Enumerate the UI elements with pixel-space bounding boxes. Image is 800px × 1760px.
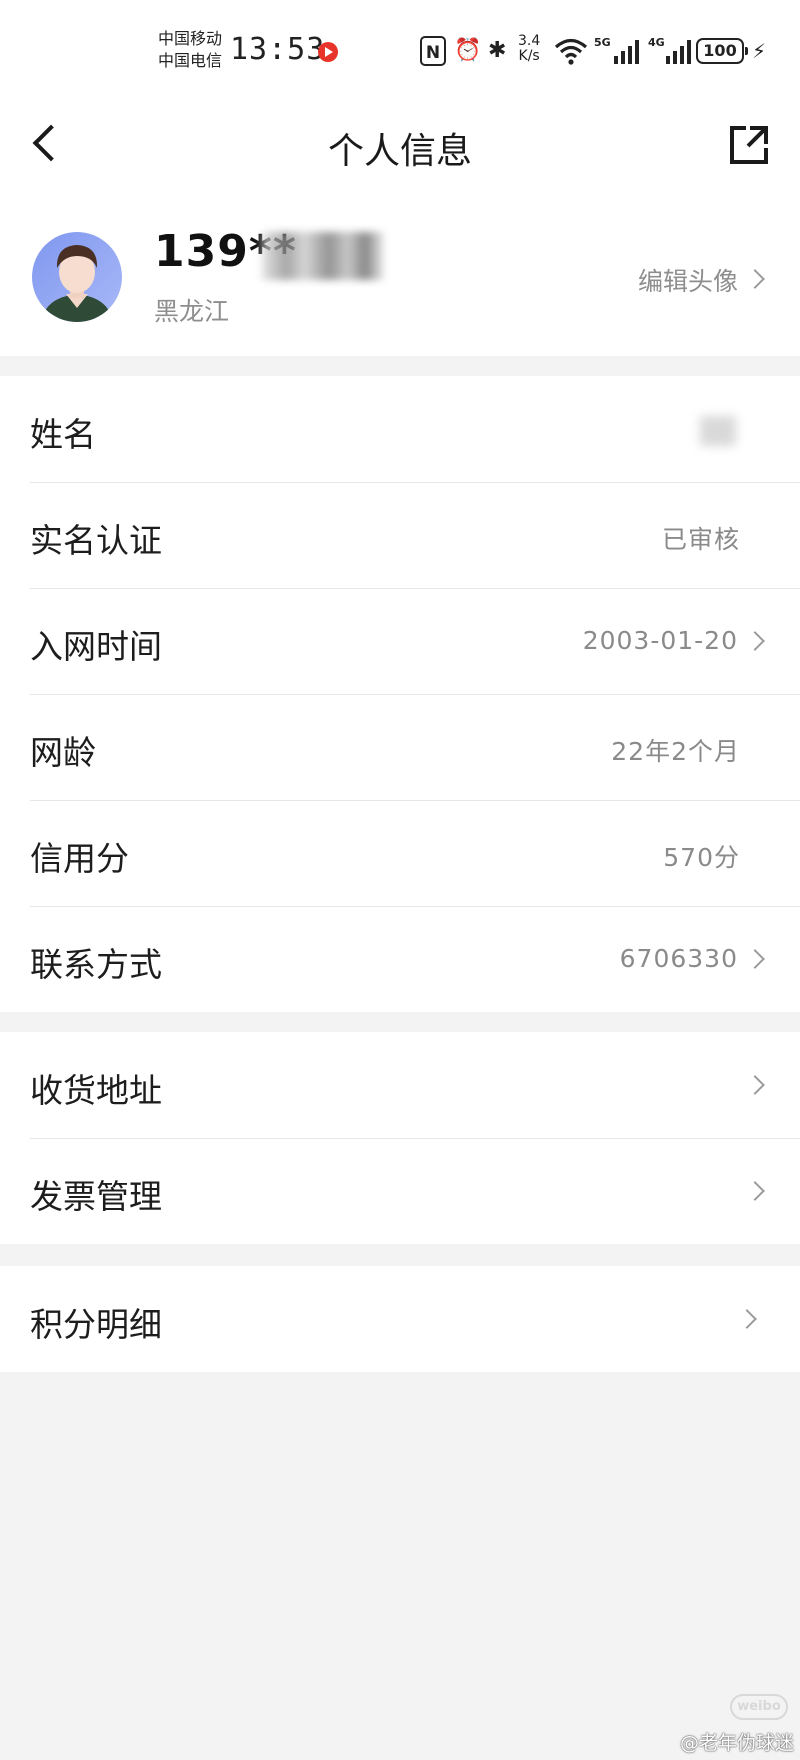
chevron-right-icon: [745, 1075, 765, 1095]
nfc-icon: N: [420, 36, 446, 66]
bluetooth-icon: ✱: [488, 38, 507, 63]
chevron-right-icon: [745, 949, 765, 969]
row-label: 联系方式: [30, 945, 162, 984]
row-value: 22年2个月: [611, 737, 740, 766]
service-section: 收货地址 发票管理: [0, 1032, 800, 1244]
row-points-detail[interactable]: 积分明细: [0, 1266, 800, 1372]
carrier-names: 中国移动 中国电信: [158, 28, 222, 72]
info-section: 姓名 实名认证 已审核 入网时间 2003-01-20 网龄 22年2个月 信用…: [0, 376, 800, 1012]
share-button[interactable]: [724, 120, 774, 170]
wifi-icon: [554, 36, 588, 66]
chevron-right-icon: [745, 1181, 765, 1201]
province: 黑龙江: [154, 297, 230, 326]
charging-icon: ⚡: [752, 39, 767, 63]
row-label: 发票管理: [30, 1177, 162, 1216]
status-time: 13:53: [230, 32, 326, 67]
row-label: 网龄: [30, 733, 96, 772]
row-label: 实名认证: [30, 521, 162, 560]
carrier-1: 中国移动: [158, 29, 223, 48]
row-value: 2003-01-20: [582, 626, 738, 655]
signal-4g-label: 4G: [648, 36, 665, 49]
row-label: 姓名: [30, 415, 96, 454]
page-title: 个人信息: [327, 131, 472, 172]
row-network-age: 网龄 22年2个月: [0, 694, 800, 800]
row-value: 570分: [663, 843, 740, 872]
row-label: 积分明细: [30, 1305, 162, 1344]
signal-5g-label: 5G: [594, 36, 611, 49]
edit-avatar-link[interactable]: 编辑头像: [612, 262, 772, 298]
row-join-date[interactable]: 入网时间 2003-01-20: [0, 588, 800, 694]
chevron-right-icon: [745, 269, 765, 289]
row-value: 6706330: [619, 944, 738, 973]
masked-phone-digits: [262, 232, 384, 280]
row-credit-score: 信用分 570分: [0, 800, 800, 906]
nav-bar: 个人信息: [0, 100, 800, 188]
points-section: 积分明细: [0, 1266, 800, 1372]
row-name[interactable]: 姓名: [0, 376, 800, 482]
alarm-icon: ⏰: [454, 38, 482, 63]
signal-icon: [666, 40, 691, 64]
chevron-right-icon: [745, 631, 765, 651]
chevron-right-icon: [737, 1309, 757, 1329]
share-icon: [730, 126, 768, 164]
row-label: 收货地址: [30, 1071, 162, 1110]
profile-card: 139** 黑龙江 编辑头像: [0, 188, 800, 356]
net-speed: 3.4 K/s: [518, 33, 541, 64]
edit-avatar-label: 编辑头像: [638, 267, 739, 296]
watermark-text: @老年伪球迷: [680, 1732, 795, 1754]
row-invoice-management[interactable]: 发票管理: [0, 1138, 800, 1244]
row-shipping-address[interactable]: 收货地址: [0, 1032, 800, 1138]
status-bar: 中国移动 中国电信 13:53 N ⏰ ✱ 3.4 K/s 5G 4G 100 …: [0, 0, 800, 100]
battery-level: 100: [703, 41, 737, 60]
recording-icon: [318, 42, 338, 62]
avatar[interactable]: [32, 232, 122, 322]
signal-icon: [614, 40, 639, 64]
battery-icon: 100: [696, 38, 748, 64]
masked-name: [700, 416, 736, 446]
row-label: 信用分: [30, 839, 129, 878]
row-real-name-auth: 实名认证 已审核: [0, 482, 800, 588]
weibo-logo: weibo: [730, 1694, 788, 1720]
carrier-2: 中国电信: [158, 51, 223, 70]
row-label: 入网时间: [30, 627, 162, 666]
row-value: 已审核: [661, 525, 740, 554]
row-contact[interactable]: 联系方式 6706330: [0, 906, 800, 1012]
